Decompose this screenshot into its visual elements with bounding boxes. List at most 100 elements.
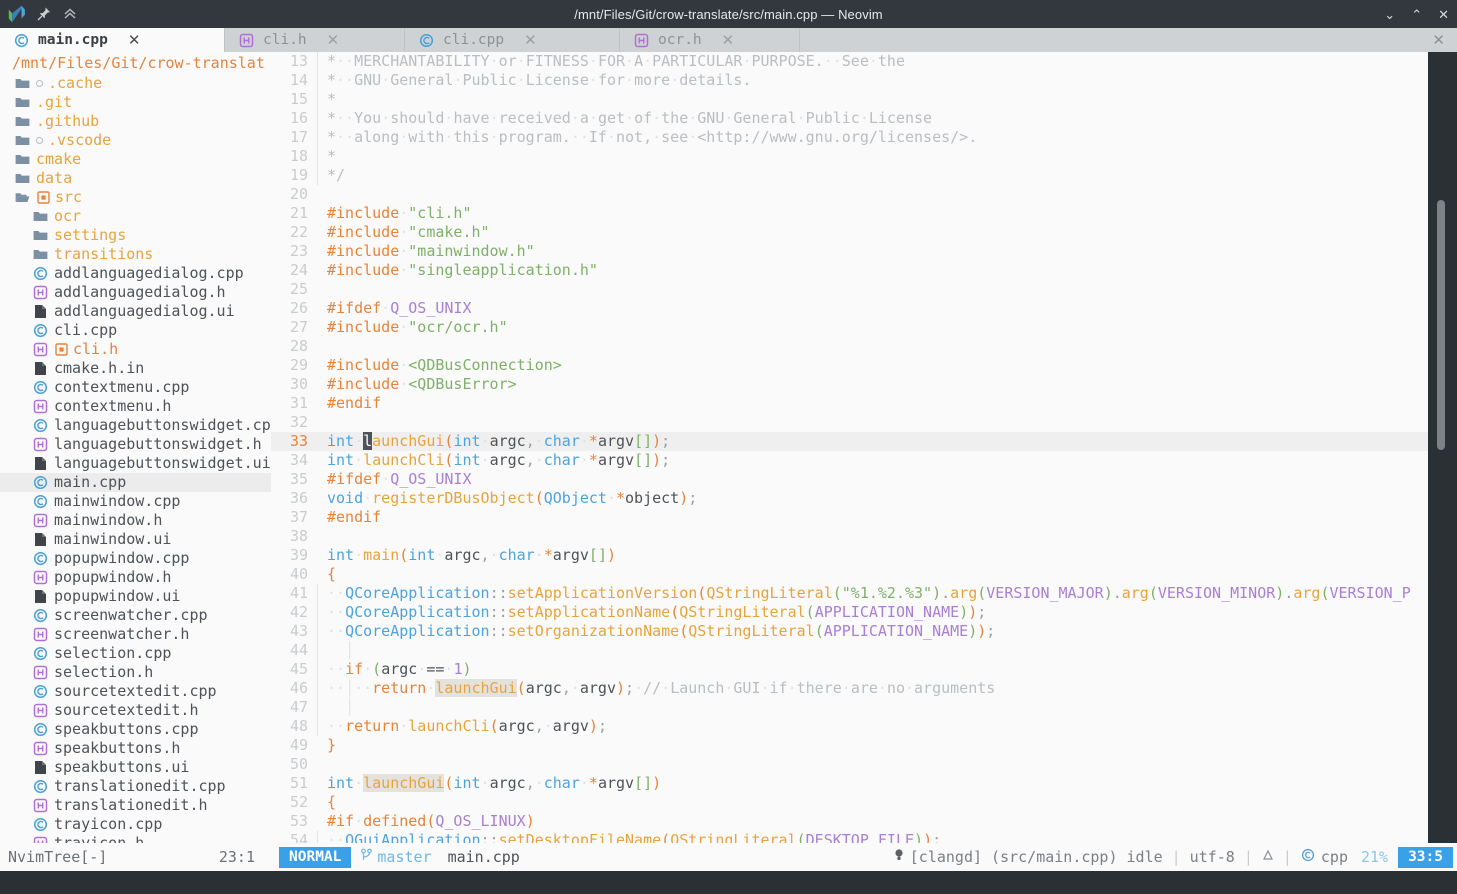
tree-item-cmake-h-in[interactable]: cmake.h.in [0,359,271,378]
tree-item-screenwatcher-cpp[interactable]: screenwatcher.cpp [0,606,271,625]
code-line[interactable]: 23 #include·"mainwindow.h" [271,242,1428,261]
code-line[interactable]: 48 ··return·launchCli(argc,·argv); [271,717,1428,736]
code-line[interactable]: 42 ··QCoreApplication::setApplicationName… [271,603,1428,622]
code-line[interactable]: 27 #include·"ocr/ocr.h" [271,318,1428,337]
tree-item-popupwindow-cpp[interactable]: popupwindow.cpp [0,549,271,568]
code-line[interactable]: 35 #ifdef·Q_OS_UNIX [271,470,1428,489]
vertical-scrollbar-thumb[interactable] [1437,200,1445,450]
tree-item-addlanguagedialog-ui[interactable]: addlanguagedialog.ui [0,302,271,321]
code-editor[interactable]: 13 *··MERCHANTABILITY·or·FITNESS·FOR·A·PA… [271,52,1428,843]
tree-item-trayicon-h[interactable]: trayicon.h [0,834,271,843]
file-tree-sidebar[interactable]: /mnt/Files/Git/crow-translat .cache .git… [0,52,271,843]
tree-item-selection-cpp[interactable]: selection.cpp [0,644,271,663]
code-line[interactable]: 24 #include·"singleapplication.h" [271,261,1428,280]
tree-item-mainwindow-cpp[interactable]: mainwindow.cpp [0,492,271,511]
code-line[interactable]: 52 { [271,793,1428,812]
tree-item-sourcetextedit-cpp[interactable]: sourcetextedit.cpp [0,682,271,701]
tree-item-transitions[interactable]: transitions [0,245,271,264]
tree-item-main-cpp[interactable]: main.cpp [0,473,271,492]
tree-item--git[interactable]: .git [0,93,271,112]
tree-item-languagebuttonswidget-ui[interactable]: languagebuttonswidget.ui [0,454,271,473]
code-line[interactable]: 20 [271,185,1428,204]
tree-item-languagebuttonswidget-cpp[interactable]: languagebuttonswidget.cpp [0,416,271,435]
tree-item-addlanguagedialog-cpp[interactable]: addlanguagedialog.cpp [0,264,271,283]
code-line[interactable]: 49} [271,736,1428,755]
tree-item-translationedit-cpp[interactable]: translationedit.cpp [0,777,271,796]
code-line[interactable]: 33 int·launchGui(int·argc,·char·*argv[]); [271,432,1428,451]
code-line[interactable]: 25 [271,280,1428,299]
code-line[interactable]: 44 │ [271,641,1428,660]
code-line[interactable]: 29 #include·<QDBusConnection> [271,356,1428,375]
tree-item-cli-cpp[interactable]: cli.cpp [0,321,271,340]
code-line[interactable]: 37 #endif [271,508,1428,527]
tree-item-sourcetextedit-h[interactable]: sourcetextedit.h [0,701,271,720]
code-line[interactable]: 39 int·main(int·argc,·char·*argv[]) [271,546,1428,565]
code-line[interactable]: 53 #if·defined(Q_OS_LINUX) [271,812,1428,831]
chevron-up-icon[interactable] [62,6,78,22]
code-line[interactable]: 31 #endif [271,394,1428,413]
tree-item-settings[interactable]: settings [0,226,271,245]
tree-item-screenwatcher-h[interactable]: screenwatcher.h [0,625,271,644]
git-branch[interactable]: master [361,848,432,866]
code-line[interactable]: 17 *··along·with·this·program.··If·not,·s… [271,128,1428,147]
code-line[interactable]: 41 ··QCoreApplication::setApplicationVers… [271,584,1428,603]
tree-item-popupwindow-h[interactable]: popupwindow.h [0,568,271,587]
code-line[interactable]: 51 int·launchGui(int·argc,·char·*argv[]) [271,774,1428,793]
pin-icon[interactable] [36,6,52,22]
code-line[interactable]: 43 ··QCoreApplication::setOrganizationNam… [271,622,1428,641]
tab-cli-cpp[interactable]: cli.cpp ✕ [405,28,620,52]
code-line[interactable]: 16 *··You·should·have·received·a·get·of·t… [271,109,1428,128]
tree-item-cli-h[interactable]: cli.h [0,340,271,359]
code-line[interactable]: 45 ··if·(argc·==·1) [271,660,1428,679]
tab-cli-h[interactable]: cli.h ✕ [225,28,405,52]
code-line[interactable]: 50 [271,755,1428,774]
tab-main-cpp[interactable]: main.cpp ✕ [0,28,225,52]
tree-item-data[interactable]: data [0,169,271,188]
tree-item-speakbuttons-ui[interactable]: speakbuttons.ui [0,758,271,777]
tree-item-selection-h[interactable]: selection.h [0,663,271,682]
code-line[interactable]: 34 int·launchCli(int·argc,·char·*argv[]); [271,451,1428,470]
close-button[interactable]: ✕ [1438,8,1449,21]
code-line[interactable]: 22 #include·"cmake.h" [271,223,1428,242]
code-line[interactable]: 13 *··MERCHANTABILITY·or·FITNESS·FOR·A·PA… [271,52,1428,71]
maximize-button[interactable]: ⌃ [1411,8,1422,21]
tab-close-button[interactable]: ✕ [128,33,141,48]
tree-item--github[interactable]: .github [0,112,271,131]
code-line[interactable]: 47 │ [271,698,1428,717]
tree-item-mainwindow-h[interactable]: mainwindow.h [0,511,271,530]
code-line[interactable]: 15 * [271,90,1428,109]
code-line[interactable]: 38 [271,527,1428,546]
code-line[interactable]: 30 #include·<QDBusError> [271,375,1428,394]
tree-item-popupwindow-ui[interactable]: popupwindow.ui [0,587,271,606]
tree-item-translationedit-h[interactable]: translationedit.h [0,796,271,815]
code-line[interactable]: 36 void·registerDBusObject(QObject·*objec… [271,489,1428,508]
tree-item-addlanguagedialog-h[interactable]: addlanguagedialog.h [0,283,271,302]
tree-item-trayicon-cpp[interactable]: trayicon.cpp [0,815,271,834]
tree-item-speakbuttons-cpp[interactable]: speakbuttons.cpp [0,720,271,739]
tab-close-button[interactable]: ✕ [524,33,537,48]
tabline-close-button[interactable]: ✕ [1432,31,1445,49]
tree-item-speakbuttons-h[interactable]: speakbuttons.h [0,739,271,758]
tree-item-cmake[interactable]: cmake [0,150,271,169]
tree-item-languagebuttonswidget-h[interactable]: languagebuttonswidget.h [0,435,271,454]
code-line[interactable]: 32 [271,413,1428,432]
tree-item--vscode[interactable]: .vscode [0,131,271,150]
code-line[interactable]: 40 { [271,565,1428,584]
code-line[interactable]: 54 ··QGuiApplication::setDesktopFileName(… [271,831,1428,843]
code-line[interactable]: 21 #include·"cli.h" [271,204,1428,223]
code-line[interactable]: 28 [271,337,1428,356]
tab-close-button[interactable]: ✕ [722,33,735,48]
code-line[interactable]: 18 * [271,147,1428,166]
tree-item-ocr[interactable]: ocr [0,207,271,226]
code-line[interactable]: 19 */ [271,166,1428,185]
code-line[interactable]: 46 ··│··return·launchGui(argc,·argv);·//·… [271,679,1428,698]
diagnostics-indicator[interactable] [1253,848,1283,866]
tab-close-button[interactable]: ✕ [327,33,340,48]
code-line[interactable]: 14 *··GNU·General·Public·License·for·more… [271,71,1428,90]
tree-item--cache[interactable]: .cache [0,74,271,93]
tree-item-src[interactable]: src [0,188,271,207]
minimize-button[interactable]: ⌄ [1384,8,1395,21]
tab-ocr-h[interactable]: ocr.h ✕ [620,28,800,52]
tree-item-contextmenu-cpp[interactable]: contextmenu.cpp [0,378,271,397]
tree-item-mainwindow-ui[interactable]: mainwindow.ui [0,530,271,549]
